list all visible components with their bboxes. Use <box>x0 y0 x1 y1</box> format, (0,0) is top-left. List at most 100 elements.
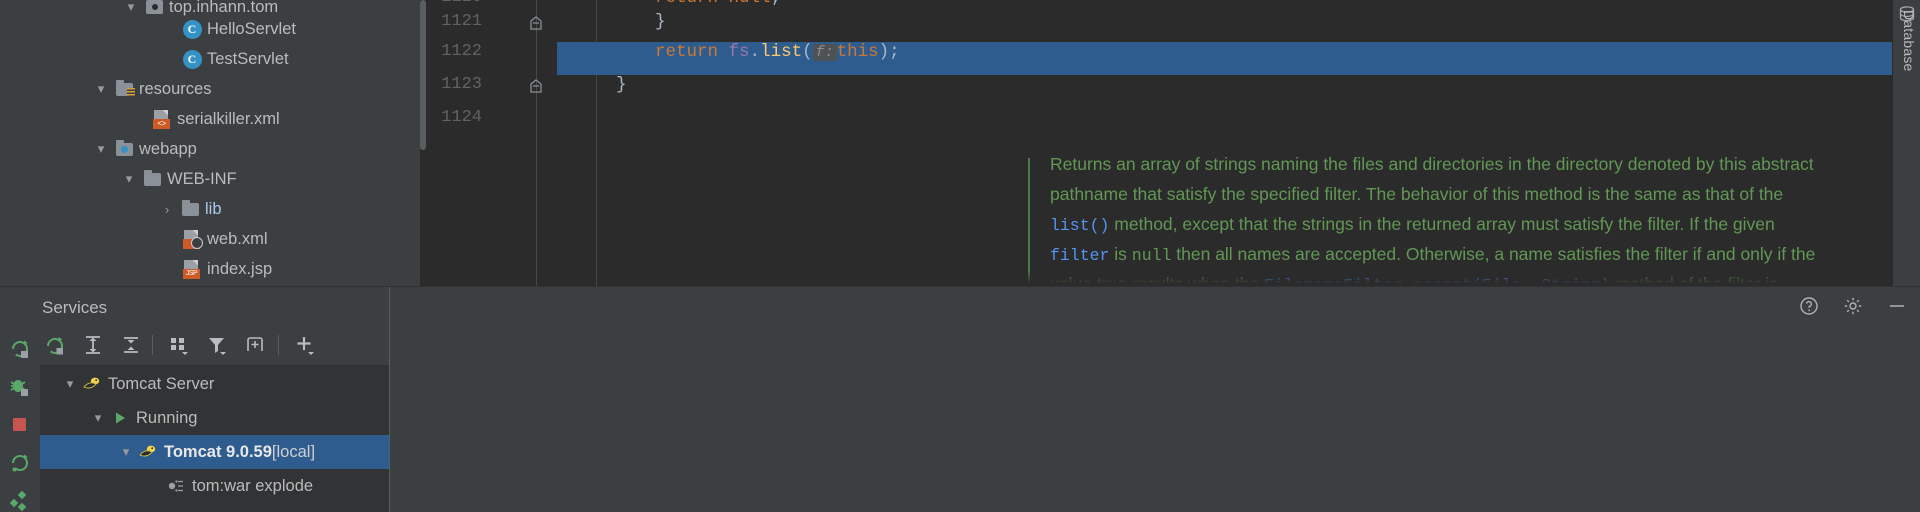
code-editor[interactable]: 1120 return null; 1121 } 1122 return fs.… <box>420 0 1892 286</box>
tree-item-web-xml[interactable]: web.xml <box>158 224 268 254</box>
tree-item-resources[interactable]: ▾ resources <box>90 74 211 104</box>
expand-all-icon[interactable] <box>78 331 108 359</box>
top-area: ▾ top.inhann.tom C HelloServlet C TestSe… <box>0 0 1920 286</box>
services-toolbar[interactable] <box>40 331 390 365</box>
services-panel: Services ▾ Tomcat Server ▾ Running ▾ Tom… <box>0 286 1920 512</box>
doc-fade-overlay <box>1028 270 1852 286</box>
tree-item-web-inf[interactable]: ▾ WEB-INF <box>118 164 237 194</box>
jsp-file-icon: JSP <box>180 259 204 279</box>
xml-file-icon: <> <box>150 109 174 129</box>
line-number: 1121 <box>441 12 482 31</box>
restart-service-icon[interactable] <box>8 451 32 475</box>
line-number: 1124 <box>441 108 482 127</box>
service-node-label: tom:war explode <box>192 476 314 495</box>
run-triangle-icon <box>108 410 132 426</box>
doc-code-null: null <box>1131 246 1172 265</box>
dot: . <box>749 42 761 62</box>
tree-item-label: resources <box>139 79 212 98</box>
doc-line-4: filter is null then all names are accept… <box>1050 244 1815 265</box>
right-tool-rail[interactable]: Database <box>1892 0 1920 286</box>
tree-item-label: serialkiller.xml <box>177 109 280 128</box>
database-tool-label[interactable]: Database <box>1897 10 1917 72</box>
doc-line-3: list() method, except that the strings i… <box>1050 214 1775 235</box>
chevron-right-icon[interactable]: › <box>156 202 178 217</box>
chevron-down-icon[interactable]: ▾ <box>60 376 80 392</box>
javadoc-tooltip: Returns an array of strings naming the f… <box>1028 146 1852 286</box>
keyword-return: return <box>655 42 719 62</box>
chevron-down-icon[interactable]: ▾ <box>88 410 108 426</box>
minimize-icon[interactable] <box>1886 295 1908 317</box>
doc-code-filter: filter <box>1050 246 1110 265</box>
chevron-down-icon[interactable]: ▾ <box>116 444 136 460</box>
fold-marker-icon[interactable] <box>528 78 544 94</box>
services-left-rail[interactable] <box>0 325 40 512</box>
doc-line-1: Returns an array of strings naming the f… <box>1050 154 1814 174</box>
class-icon: C <box>180 49 204 69</box>
code-line-1123: } <box>616 75 627 95</box>
tree-item-label: web.xml <box>207 229 268 248</box>
debug-service-icon[interactable] <box>8 375 32 399</box>
service-node-tomcat-server[interactable]: ▾ Tomcat Server <box>40 367 390 401</box>
chevron-down-icon[interactable]: ▾ <box>118 171 140 187</box>
chevron-down-icon[interactable]: ▾ <box>90 141 112 157</box>
idea-window: ▾ top.inhann.tom C HelloServlet C TestSe… <box>0 0 1920 512</box>
gear-icon[interactable] <box>1842 295 1864 317</box>
line-number: 1123 <box>441 75 482 94</box>
help-icon[interactable] <box>1798 295 1820 317</box>
tree-item-helloservlet[interactable]: C HelloServlet <box>158 14 296 44</box>
services-debugger-divider[interactable] <box>389 287 390 512</box>
tree-item-label: WEB-INF <box>167 169 237 188</box>
tree-item-label: HelloServlet <box>207 19 296 38</box>
collapse-all-icon[interactable] <box>116 331 146 359</box>
service-node-finished[interactable]: ▾ Finished <box>40 503 390 512</box>
fold-marker-icon[interactable] <box>528 15 544 31</box>
services-header-actions[interactable] <box>1798 295 1908 317</box>
doc-code-list: list() <box>1050 216 1110 235</box>
tree-item-label: lib <box>205 199 222 218</box>
chevron-down-icon[interactable]: ▾ <box>90 81 112 97</box>
tree-item-index-jsp[interactable]: JSP index.jsp <box>158 254 272 284</box>
stop-service-icon[interactable] <box>8 413 32 437</box>
tomcat-icon <box>136 444 160 460</box>
add-tab-icon[interactable] <box>240 331 270 359</box>
services-tree[interactable]: ▾ Tomcat Server ▾ Running ▾ Tomcat 9.0.5… <box>40 365 390 512</box>
tree-item-testservlet[interactable]: C TestServlet <box>158 44 289 74</box>
project-gutter <box>0 0 32 286</box>
tree-item-lib[interactable]: › lib <box>156 194 222 224</box>
toolbar-separator <box>152 335 153 355</box>
code-line-1121: } <box>655 12 666 32</box>
resources-folder-icon <box>112 79 136 97</box>
tree-item-label: webapp <box>139 139 197 158</box>
rerun-icon[interactable] <box>40 331 70 359</box>
tree-item-webapp[interactable]: ▾ webapp <box>90 134 197 164</box>
doc-line-4-mid: is <box>1109 244 1132 264</box>
service-node-running[interactable]: ▾ Running <box>40 401 390 435</box>
code-line-1120: return null; <box>655 0 781 8</box>
web-xml-file-icon <box>180 229 204 249</box>
folder-icon <box>178 199 202 216</box>
gutter-divider <box>536 0 537 286</box>
field-fs: fs <box>728 42 750 62</box>
service-node-tomcat-9059[interactable]: ▾ Tomcat 9.0.59 [local] <box>40 435 390 469</box>
rerun-service-icon[interactable] <box>8 337 32 361</box>
paren-close: ); <box>878 42 900 62</box>
tomcat-icon <box>80 376 104 392</box>
method-list: list <box>760 42 803 62</box>
service-node-tom-war-exploded[interactable]: tom:war explode <box>40 469 390 503</box>
filter-icon[interactable] <box>202 331 232 359</box>
group-by-icon[interactable] <box>164 331 194 359</box>
toolbar-separator-2 <box>278 335 279 355</box>
chevron-down-icon[interactable]: ▾ <box>120 0 142 15</box>
tree-item-serialkiller-xml[interactable]: <> serialkiller.xml <box>128 104 280 134</box>
add-service-icon[interactable] <box>290 331 320 359</box>
line-number: 1120 <box>420 0 482 7</box>
project-tree[interactable]: ▾ top.inhann.tom C HelloServlet C TestSe… <box>32 0 420 286</box>
service-settings-icon[interactable] <box>8 489 32 512</box>
services-title: Services <box>42 298 108 317</box>
